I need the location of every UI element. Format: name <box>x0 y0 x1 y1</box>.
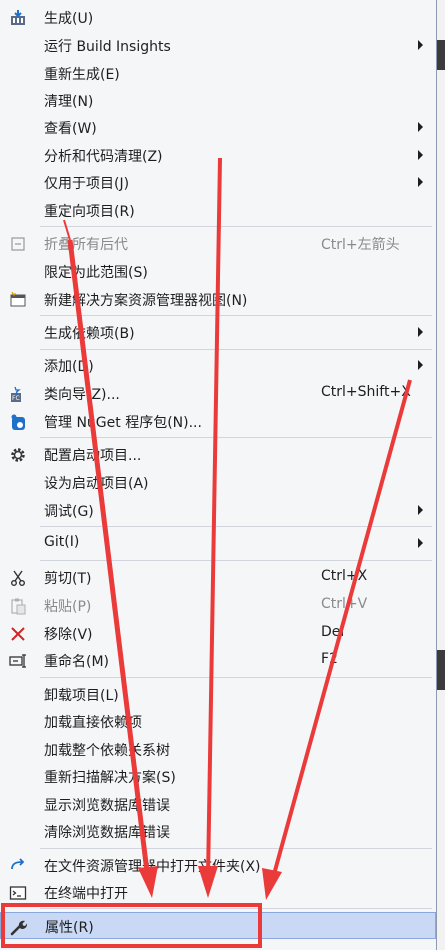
annotation-arrowhead <box>198 866 218 898</box>
annotation-arrow-line <box>67 239 151 881</box>
annotation-arrow-line <box>206 157 222 879</box>
annotation-highlight-box <box>1 903 262 948</box>
annotation-arrows <box>63 157 412 900</box>
annotation-arrow-line <box>271 379 412 879</box>
annotation-arrowhead <box>138 866 158 898</box>
annotation-arrow-line <box>63 219 71 241</box>
annotation-arrowhead <box>262 868 282 900</box>
